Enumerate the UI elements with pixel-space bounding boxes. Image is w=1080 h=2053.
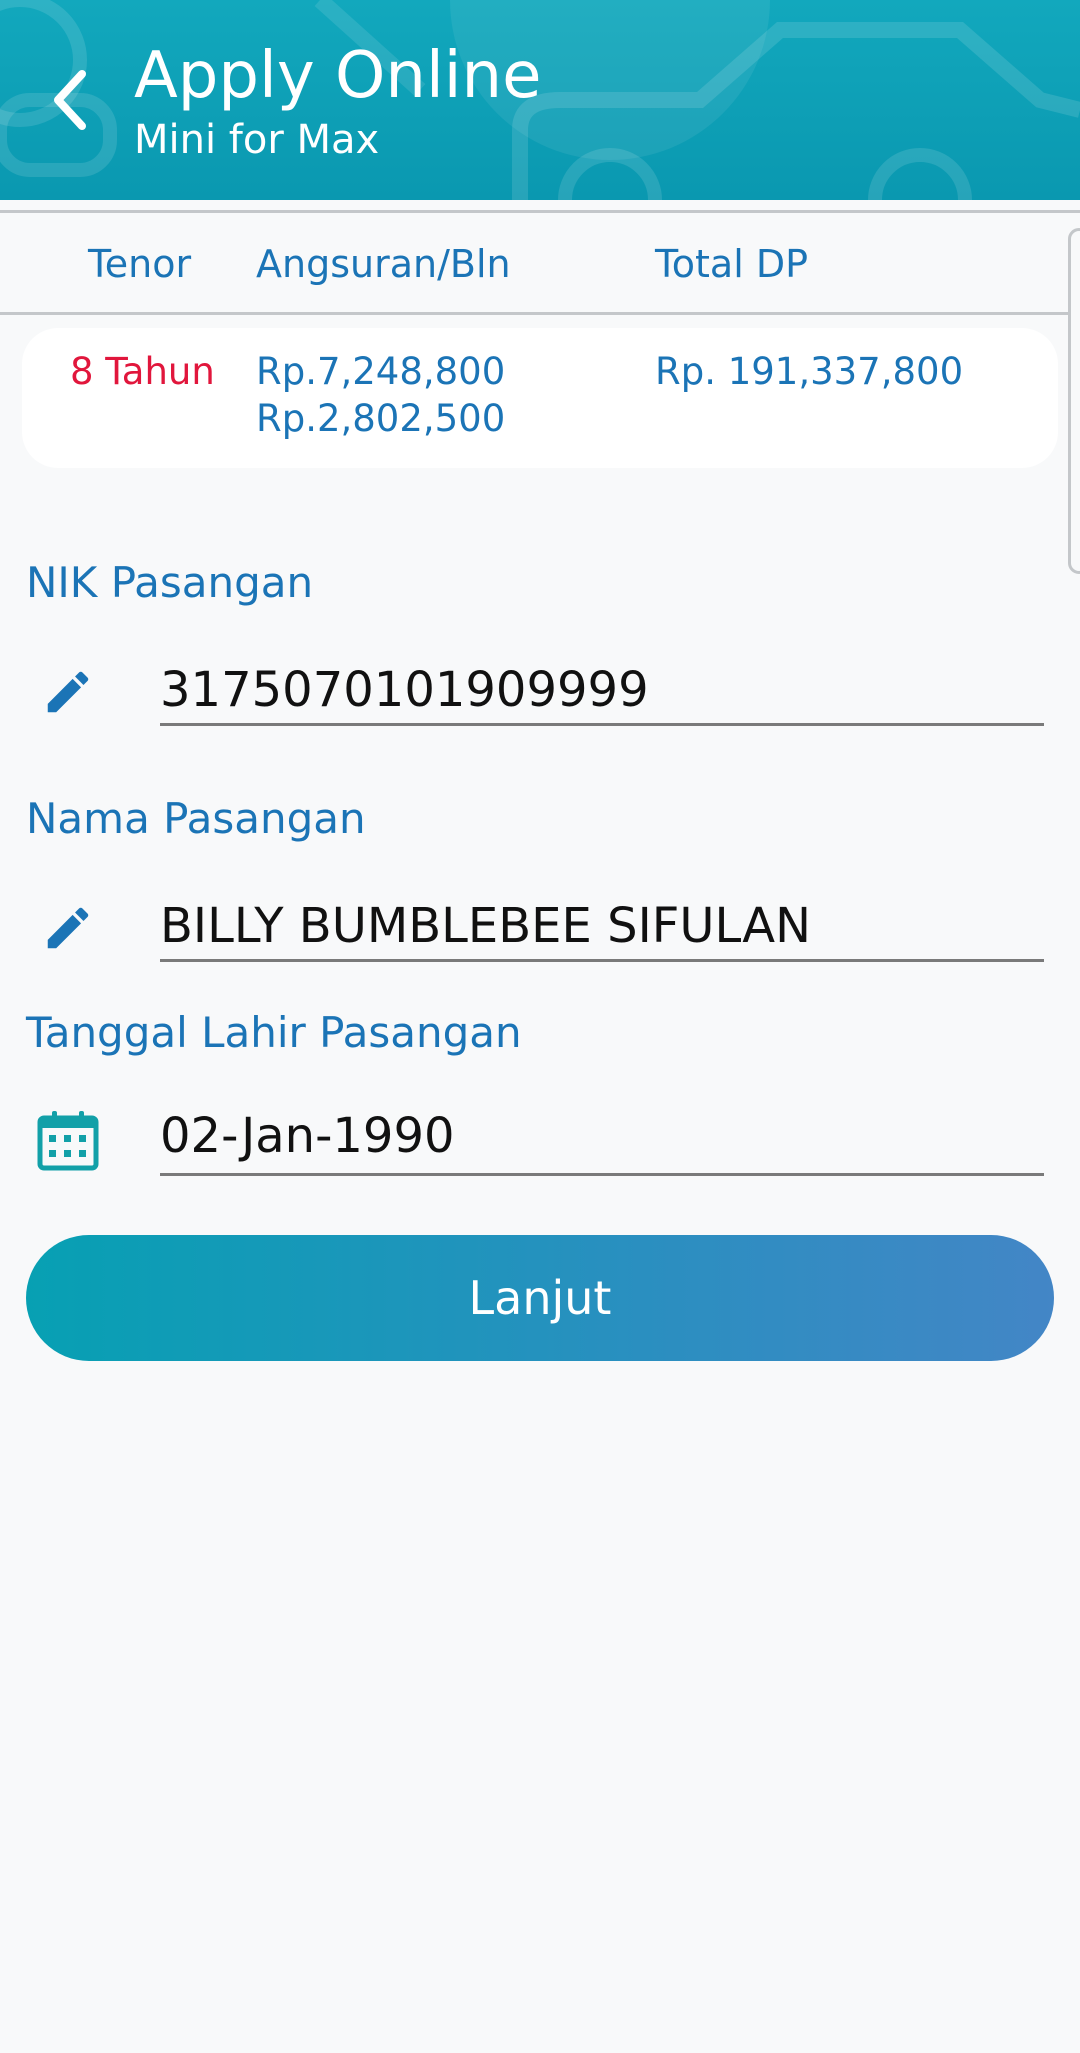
apply-online-screen: Apply Online Mini for Max Tenor Angsuran… (0, 0, 1080, 2053)
column-header-total-dp: Total DP (655, 242, 809, 286)
tanggal-lahir-input[interactable]: 02-Jan-1990 (160, 1106, 1044, 1176)
app-header: Apply Online Mini for Max (0, 0, 1080, 200)
column-header-tenor: Tenor (88, 242, 192, 286)
lanjut-button[interactable]: Lanjut (26, 1235, 1054, 1361)
horizontal-scroll-indicator[interactable] (1068, 228, 1080, 574)
calendar-icon[interactable] (36, 1108, 100, 1172)
pencil-icon (36, 660, 100, 724)
nama-input[interactable] (160, 892, 1044, 962)
total-dp-value: Rp. 191,337,800 (655, 350, 964, 393)
nik-input[interactable] (160, 656, 1044, 726)
page-title: Apply Online (134, 39, 542, 113)
header-divider (0, 210, 1080, 213)
angsuran-value-2: Rp.2,802,500 (256, 397, 506, 440)
summary-column-headers: Tenor Angsuran/Bln Total DP (0, 214, 1070, 315)
pencil-icon (36, 896, 100, 960)
column-header-angsuran: Angsuran/Bln (256, 242, 511, 286)
page-subtitle: Mini for Max (134, 117, 380, 163)
angsuran-value-1: Rp.7,248,800 (256, 350, 506, 393)
nik-label: NIK Pasangan (26, 558, 314, 607)
tanggal-lahir-label: Tanggal Lahir Pasangan (26, 1008, 522, 1057)
back-button[interactable] (40, 60, 100, 140)
tanggal-lahir-value: 02-Jan-1990 (160, 1108, 455, 1164)
nama-label: Nama Pasangan (26, 794, 366, 843)
tenor-value: 8 Tahun (70, 350, 215, 393)
summary-row-card: 8 Tahun Rp.7,248,800 Rp.2,802,500 Rp. 19… (22, 328, 1058, 468)
chevron-left-icon (54, 70, 86, 130)
